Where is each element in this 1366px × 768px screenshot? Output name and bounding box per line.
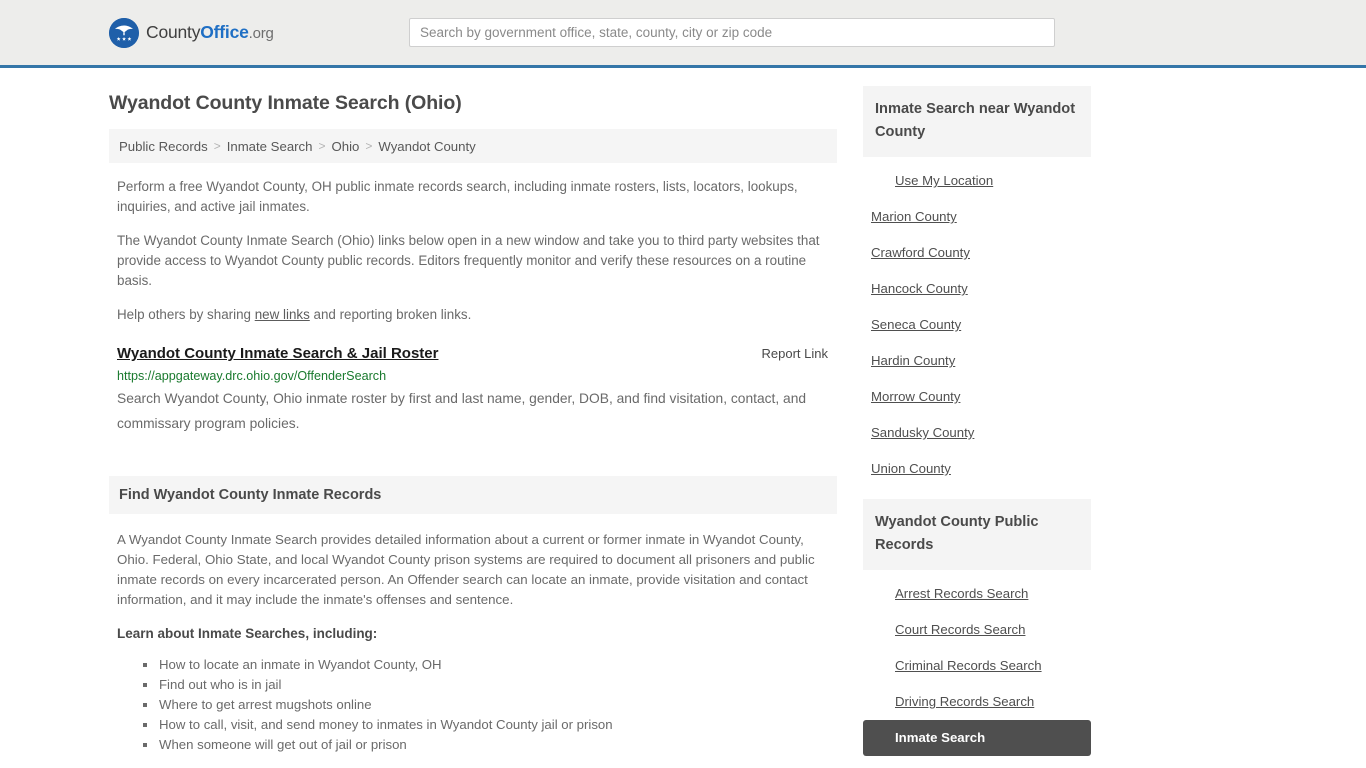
list-item: Criminal Records Search — [863, 648, 1091, 684]
sidebar-item-morrow-county[interactable]: Morrow County — [863, 379, 1091, 415]
help-paragraph: Help others by sharing new links and rep… — [109, 305, 837, 325]
breadcrumb-separator: > — [365, 139, 373, 153]
logo-text-county: County — [146, 21, 201, 42]
page-title: Wyandot County Inmate Search (Ohio) — [109, 92, 462, 114]
sidebar-item-arrest-records-search[interactable]: Arrest Records Search — [863, 576, 1091, 612]
breadcrumb-item-public-records[interactable]: Public Records — [119, 139, 208, 154]
sidebar-card-nearby: Inmate Search near Wyandot County Use My… — [863, 86, 1091, 487]
site-logo-text: CountyOffice.org — [146, 21, 274, 42]
search-input[interactable] — [409, 18, 1055, 47]
learn-about-list: How to locate an inmate in Wyandot Count… — [117, 655, 829, 755]
listing-description: Search Wyandot County, Ohio inmate roste… — [117, 391, 807, 431]
site-header: CountyOffice.org — [0, 0, 1366, 68]
help-suffix: and reporting broken links. — [309, 307, 472, 322]
sidebar-item-inmate-search[interactable]: Inmate Search — [863, 720, 1091, 756]
section-body-paragraph: A Wyandot County Inmate Search provides … — [117, 532, 815, 607]
sidebar-item-crawford-county[interactable]: Crawford County — [863, 235, 1091, 271]
list-item: Hardin County — [863, 343, 1091, 379]
breadcrumb: Public Records > Inmate Search > Ohio > … — [109, 129, 837, 163]
list-item: Where to get arrest mugshots online — [143, 695, 829, 715]
breadcrumb-item-ohio[interactable]: Ohio — [331, 139, 359, 154]
list-item: Marion County — [863, 199, 1091, 235]
search-container — [409, 18, 1055, 47]
sidebar-nearby-heading: Inmate Search near Wyandot County — [875, 101, 1076, 140]
sidebar-public-records-header: Wyandot County Public Records — [863, 499, 1091, 570]
list-item: Sandusky County — [863, 415, 1091, 451]
logo-text-office: Office — [200, 21, 249, 42]
site-logo-link[interactable]: CountyOffice.org — [109, 17, 409, 48]
list-item: Hancock County — [863, 271, 1091, 307]
sidebar-item-court-records-search[interactable]: Court Records Search — [863, 612, 1091, 648]
intro-paragraph-1: Perform a free Wyandot County, OH public… — [117, 179, 798, 214]
sidebar-item-hardin-county[interactable]: Hardin County — [863, 343, 1091, 379]
sidebar-nearby-list: Use My Location Marion County Crawford C… — [863, 157, 1091, 487]
help-prefix: Help others by sharing — [117, 307, 255, 322]
learn-about-title: Learn about Inmate Searches, including: — [117, 626, 378, 641]
breadcrumb-item-current: Wyandot County — [378, 138, 476, 154]
sidebar-public-records-heading: Wyandot County Public Records — [875, 514, 1039, 553]
eagle-shield-icon — [109, 17, 139, 48]
sidebar-item-seneca-county[interactable]: Seneca County — [863, 307, 1091, 343]
section-heading: Find Wyandot County Inmate Records — [119, 487, 382, 503]
sidebar-item-driving-records-search[interactable]: Driving Records Search — [863, 684, 1091, 720]
list-item: Use My Location — [863, 163, 1091, 199]
list-item: Find out who is in jail — [143, 675, 829, 695]
new-links-link[interactable]: new links — [255, 307, 310, 322]
list-item: Court Records Search — [863, 612, 1091, 648]
list-item: When someone will get out of jail or pri… — [143, 735, 829, 755]
report-link-button[interactable]: Report Link — [762, 346, 829, 361]
list-item: Arrest Records Search — [863, 576, 1091, 612]
page-layout: Wyandot County Inmate Search (Ohio) Publ… — [95, 68, 1271, 768]
list-item: Seneca County — [863, 307, 1091, 343]
section-body: A Wyandot County Inmate Search provides … — [109, 514, 837, 755]
sidebar: Inmate Search near Wyandot County Use My… — [863, 68, 1091, 768]
breadcrumb-separator: > — [213, 139, 221, 153]
section-header: Find Wyandot County Inmate Records — [109, 476, 837, 514]
list-item: How to call, visit, and send money to in… — [143, 715, 829, 735]
list-item: Union County — [863, 451, 1091, 487]
sidebar-item-criminal-records-search[interactable]: Criminal Records Search — [863, 648, 1091, 684]
sidebar-card-public-records: Wyandot County Public Records Arrest Rec… — [863, 499, 1091, 756]
logo-text-org: .org — [248, 24, 274, 42]
listing-header: Wyandot County Inmate Search & Jail Rost… — [117, 345, 829, 362]
sidebar-item-use-my-location[interactable]: Use My Location — [863, 163, 1091, 199]
breadcrumb-item-inmate-search[interactable]: Inmate Search — [227, 139, 313, 154]
intro-paragraph-2: The Wyandot County Inmate Search (Ohio) … — [117, 233, 820, 288]
sidebar-nearby-header: Inmate Search near Wyandot County — [863, 86, 1091, 157]
list-item: Driving Records Search — [863, 684, 1091, 720]
listing-title-link[interactable]: Wyandot County Inmate Search & Jail Rost… — [117, 345, 438, 362]
list-item: Inmate Search — [863, 720, 1091, 756]
list-item: How to locate an inmate in Wyandot Count… — [143, 655, 829, 675]
header-inner: CountyOffice.org — [95, 0, 1271, 65]
sidebar-item-marion-county[interactable]: Marion County — [863, 199, 1091, 235]
listing-item: Wyandot County Inmate Search & Jail Rost… — [109, 345, 837, 436]
breadcrumb-separator: > — [318, 139, 326, 153]
list-item: Morrow County — [863, 379, 1091, 415]
main-content: Wyandot County Inmate Search (Ohio) Publ… — [109, 68, 837, 768]
list-item: Crawford County — [863, 235, 1091, 271]
sidebar-item-sandusky-county[interactable]: Sandusky County — [863, 415, 1091, 451]
sidebar-item-hancock-county[interactable]: Hancock County — [863, 271, 1091, 307]
listing-url: https://appgateway.drc.ohio.gov/Offender… — [117, 369, 387, 383]
sidebar-item-union-county[interactable]: Union County — [863, 451, 1091, 487]
sidebar-public-records-list: Arrest Records Search Court Records Sear… — [863, 570, 1091, 756]
